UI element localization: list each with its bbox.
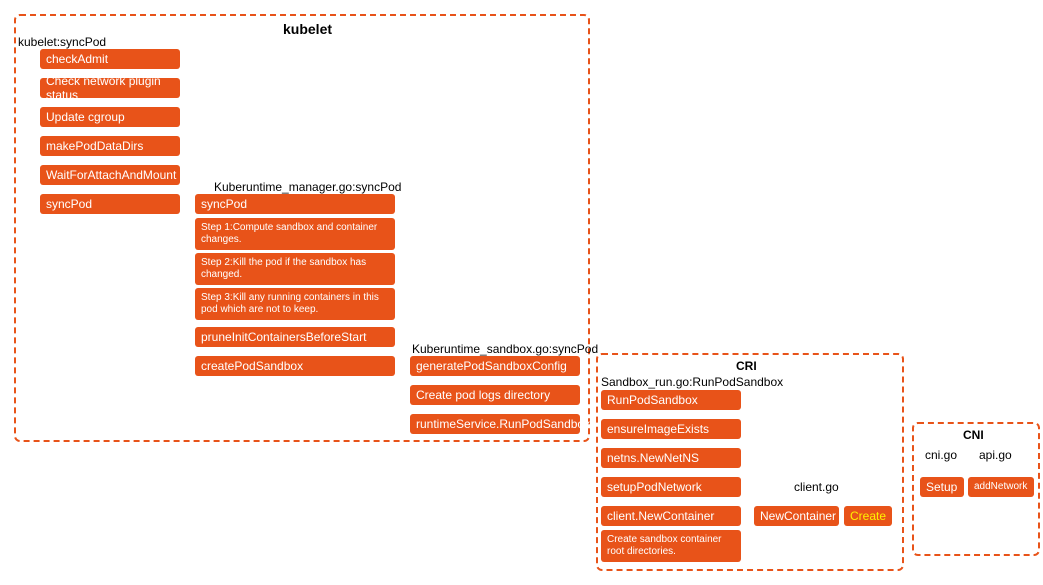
box-check-network-plugin-status: Check network plugin status xyxy=(40,78,180,98)
box-create: Create xyxy=(844,506,892,526)
box-run-pod-sandbox: RunPodSandbox xyxy=(601,390,741,410)
box-step3: Step 3:Kill any running containers in th… xyxy=(195,288,395,320)
kuberuntime-manager-subhead: Kuberuntime_manager.go:syncPod xyxy=(214,180,401,194)
box-step1: Step 1:Compute sandbox and container cha… xyxy=(195,218,395,250)
box-wait-for-attach-and-mount: WaitForAttachAndMount xyxy=(40,165,180,185)
cni-go-label: cni.go xyxy=(925,448,957,462)
box-check-admit: checkAdmit xyxy=(40,49,180,69)
box-create-pod-sandbox: createPodSandbox xyxy=(195,356,395,376)
cri-subhead: Sandbox_run.go:RunPodSandbox xyxy=(601,375,783,389)
box-client-new-container: client.NewContainer xyxy=(601,506,741,526)
box-add-network: addNetwork xyxy=(968,477,1034,497)
box-step2: Step 2:Kill the pod if the sandbox has c… xyxy=(195,253,395,285)
box-runtime-service-run: runtimeService.RunPodSandbox xyxy=(410,414,580,434)
client-go-label: client.go xyxy=(794,480,839,494)
box-create-sandbox-root-dirs: Create sandbox container root directorie… xyxy=(601,530,741,562)
api-go-label: api.go xyxy=(979,448,1012,462)
box-create-pod-logs-dir: Create pod logs directory xyxy=(410,385,580,405)
box-netns-new: netns.NewNetNS xyxy=(601,448,741,468)
box-prune-init: pruneInitContainersBeforeStart xyxy=(195,327,395,347)
box-setup-pod-network: setupPodNetwork xyxy=(601,477,741,497)
cri-title: CRI xyxy=(736,359,757,373)
kubelet-title: kubelet xyxy=(283,21,332,37)
box-generate-pod-sandbox-config: generatePodSandboxConfig xyxy=(410,356,580,376)
box-update-cgroup: Update cgroup xyxy=(40,107,180,127)
cni-title: CNI xyxy=(963,428,984,442)
box-ensure-image-exists: ensureImageExists xyxy=(601,419,741,439)
box-setup: Setup xyxy=(920,477,964,497)
kuberuntime-sandbox-subhead: Kuberuntime_sandbox.go:syncPod xyxy=(412,342,598,356)
kubelet-subhead: kubelet:syncPod xyxy=(18,35,106,49)
box-make-pod-data-dirs: makePodDataDirs xyxy=(40,136,180,156)
box-sync-pod-2: syncPod xyxy=(195,194,395,214)
box-new-container: NewContainer xyxy=(754,506,839,526)
box-sync-pod-1: syncPod xyxy=(40,194,180,214)
